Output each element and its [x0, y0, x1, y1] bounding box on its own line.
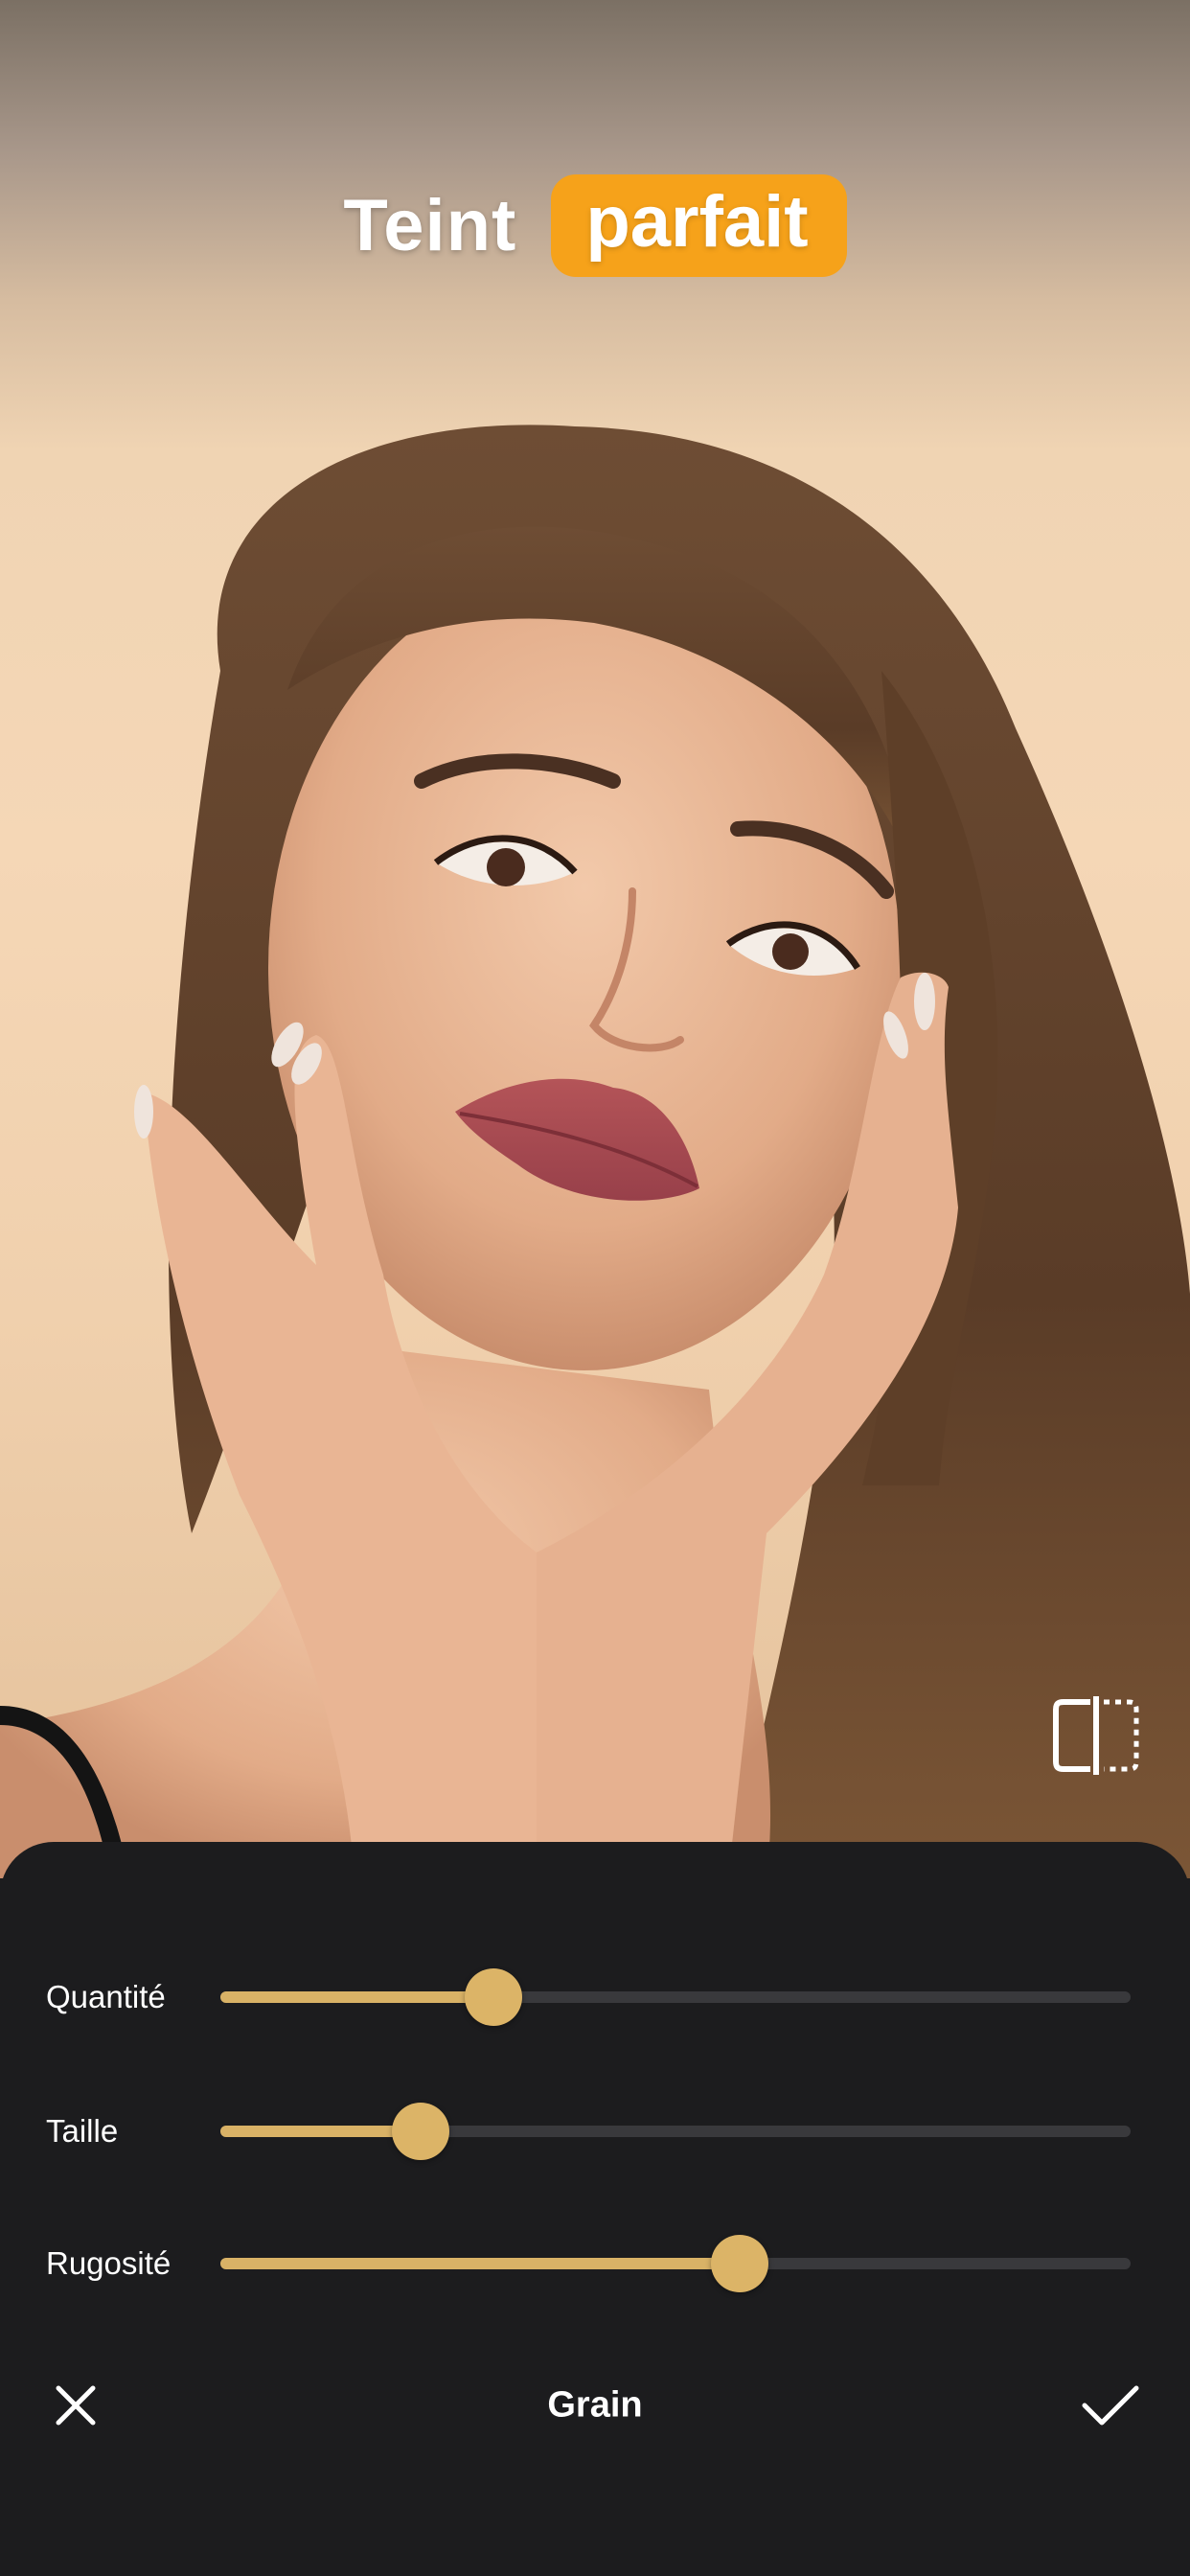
slider-fill [220, 2258, 740, 2269]
screen: Teint parfait Quantité Taille Rugosité G… [0, 0, 1190, 2576]
portrait-photo [0, 425, 1190, 1878]
compare-split-icon [1053, 1696, 1139, 1775]
compare-button[interactable] [1052, 1694, 1140, 1777]
slider-thumb[interactable] [392, 2103, 449, 2160]
confirm-button[interactable] [1077, 2372, 1144, 2439]
adjustment-panel: Quantité Taille Rugosité [0, 1842, 1190, 2576]
slider-thumb[interactable] [710, 2235, 768, 2292]
slider-fill [220, 1991, 493, 2003]
slider-thumb[interactable] [465, 1968, 522, 2026]
checkmark-icon [1082, 2385, 1139, 2426]
photo-canvas: Teint parfait [0, 0, 1190, 1878]
slider-row-taille: Taille [0, 2093, 1190, 2170]
slider-row-rugosite: Rugosité [0, 2225, 1190, 2302]
bottom-toolbar: Grain [0, 2367, 1190, 2444]
headline: Teint parfait [0, 174, 1190, 277]
headline-highlight: parfait [551, 174, 847, 277]
headline-word: Teint [343, 185, 517, 266]
slider-track[interactable] [220, 1968, 1131, 2026]
slider-track[interactable] [220, 2103, 1131, 2160]
slider-fill [220, 2126, 421, 2137]
slider-label: Rugosité [46, 2245, 172, 2281]
slider-track[interactable] [220, 2235, 1131, 2292]
slider-label: Quantité [46, 1979, 166, 2014]
tool-title: Grain [547, 2384, 643, 2426]
slider-label: Taille [46, 2113, 119, 2149]
slider-row-quantite: Quantité [0, 1959, 1190, 2036]
